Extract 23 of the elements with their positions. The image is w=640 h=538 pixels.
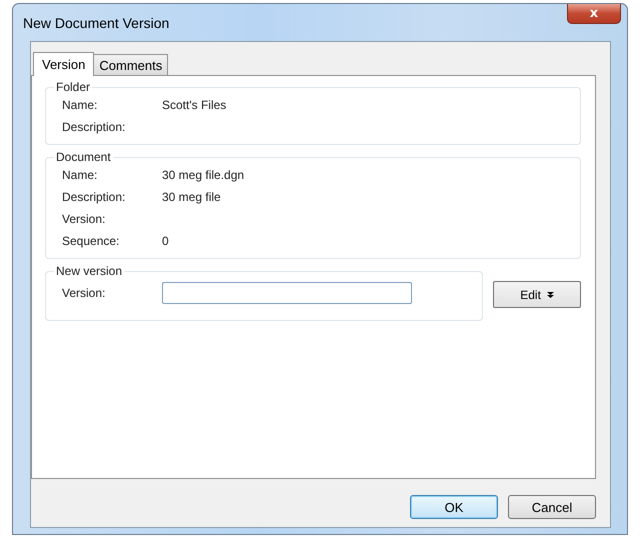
field-value: 30 meg file bbox=[162, 190, 221, 204]
field-label: Version: bbox=[62, 286, 106, 300]
field-value: Scott's Files bbox=[162, 98, 226, 112]
edit-button[interactable]: Edit bbox=[493, 281, 581, 308]
dialog-button[interactable]: Cancel bbox=[508, 495, 596, 519]
group-title: New version bbox=[55, 264, 124, 278]
field-label: Version: bbox=[62, 212, 106, 226]
window-title: New Document Version bbox=[23, 14, 170, 30]
version-input[interactable] bbox=[162, 282, 412, 304]
tab[interactable]: Version bbox=[33, 52, 94, 76]
tab[interactable]: Comments bbox=[93, 54, 168, 75]
field-value: 30 meg file.dgn bbox=[162, 168, 244, 182]
group-title: Folder bbox=[55, 80, 92, 94]
field-label: Name: bbox=[62, 168, 98, 182]
field-label: Name: bbox=[62, 98, 98, 112]
field-label: Description: bbox=[62, 190, 126, 204]
group-title: Document bbox=[55, 150, 112, 164]
close-button[interactable]: x bbox=[567, 4, 621, 24]
field-label: Sequence: bbox=[62, 234, 120, 248]
field-value: 0 bbox=[162, 234, 169, 248]
dialog-button[interactable]: OK bbox=[410, 495, 498, 519]
field-label: Description: bbox=[62, 120, 126, 134]
double-caret-icon bbox=[546, 290, 554, 298]
